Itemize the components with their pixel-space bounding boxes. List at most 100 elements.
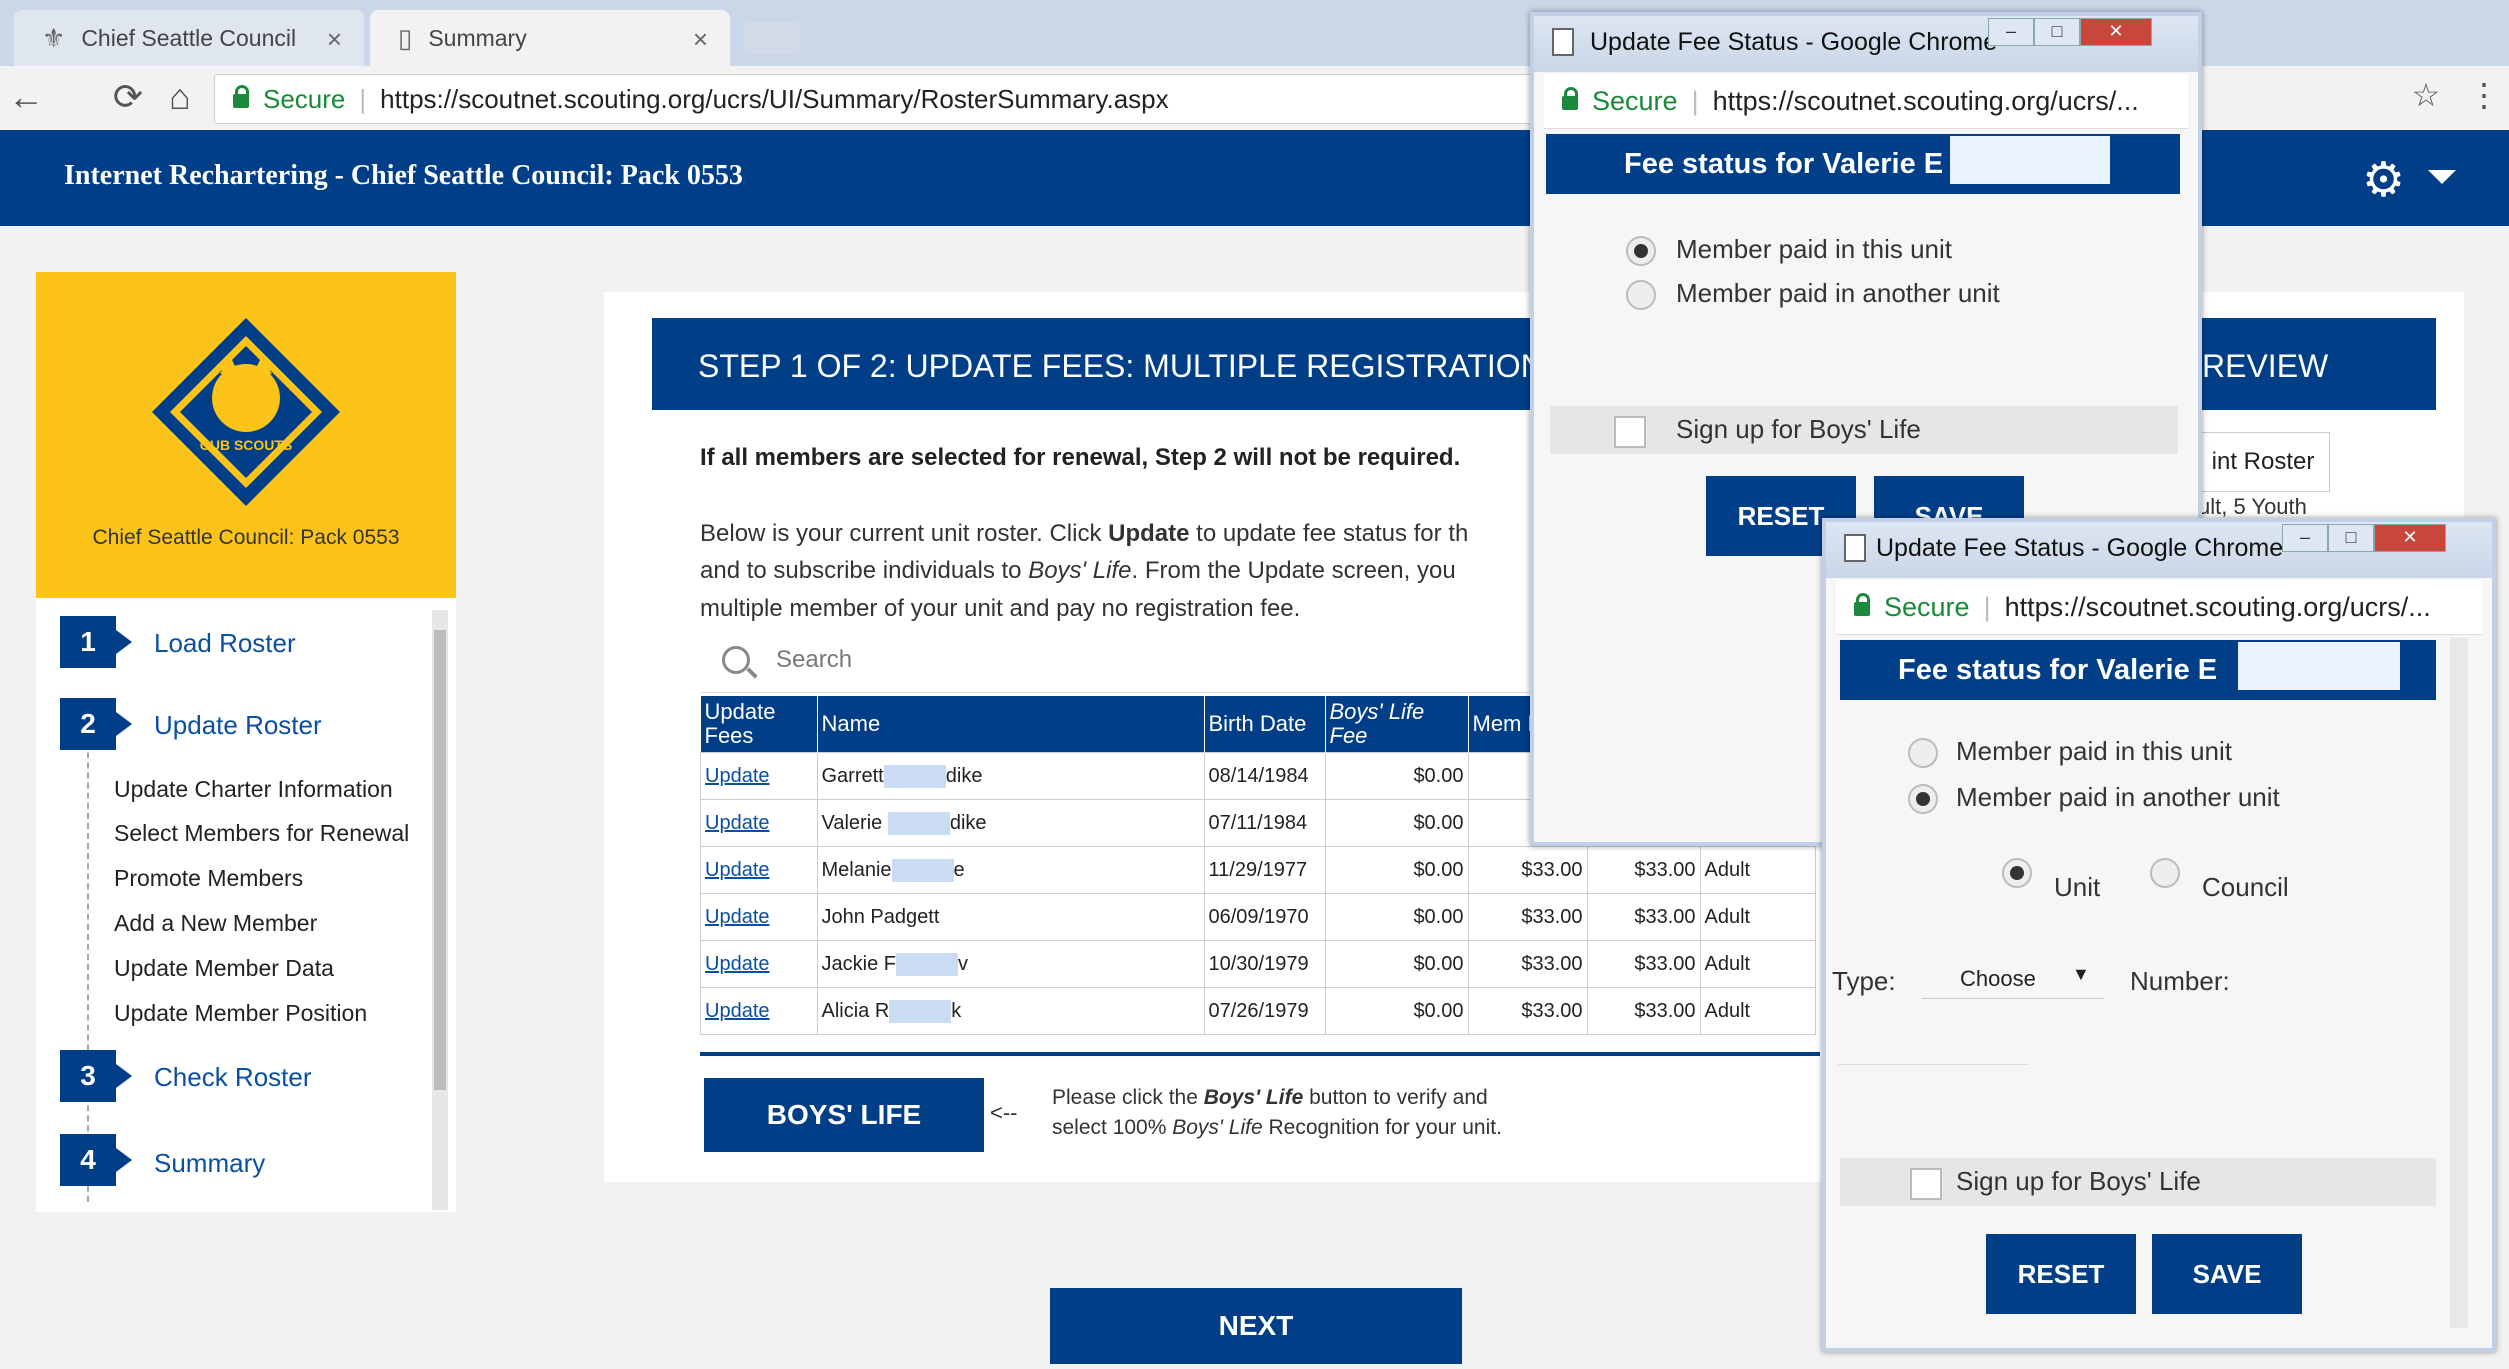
boys-life-button[interactable]: BOYS' LIFE [704,1078,984,1152]
header-birth-date[interactable]: Birth Date [1204,696,1326,753]
search-input[interactable]: Search [700,632,1580,693]
radio-member-paid-this-unit[interactable] [1908,738,1938,768]
fee-status-popup-2: Update Fee Status - Google Chrome – □ ✕ … [1822,518,2496,1352]
boys-life-checkbox[interactable] [1614,416,1646,448]
arrow-text: <-- [990,1100,1018,1125]
type-select[interactable]: Choose ▼ [1922,956,2104,999]
member-name: Valerie dike [816,799,1205,847]
boys-life-fee: $0.00 [1324,893,1469,941]
tab-chief-seattle-council[interactable]: ⚜ Chief Seattle Council × [14,10,364,66]
birth-date: 07/11/1984 [1203,799,1326,847]
step-title: STEP 1 OF 2: UPDATE FEES: MULTIPLE REGIS… [698,348,1544,384]
close-icon[interactable]: ✕ [2374,524,2446,552]
popup-heading: Fee status for Valerie E [1624,148,1944,180]
popup-heading-bar: Fee status for Valerie E [1546,134,2180,194]
member-fee: $33.00 [1467,893,1588,941]
url-text: https://scoutnet.scouting.org/ucrs/UI/Su… [380,83,1169,114]
boys-life-note-line-2: select 100% Boys' Life Recognition for y… [1052,1116,1502,1139]
step-4-badge: 4 [60,1134,132,1186]
header-boys-life-fee[interactable]: Boys' Life Fee [1325,696,1469,753]
chevron-down-icon: ▼ [2072,964,2090,984]
browser-menu-icon[interactable]: ⋮ [2462,76,2506,114]
url-text: https://scoutnet.scouting.org/ucrs/... [2004,591,2431,622]
radio-council[interactable] [2150,858,2180,888]
reload-icon[interactable]: ⟳ [106,76,150,118]
update-link[interactable]: Update [700,940,818,988]
sidebar-subitem-update-member-position[interactable]: Update Member Position [114,1000,367,1027]
tab-label: Summary [428,24,527,51]
sidebar-item-load-roster[interactable]: Load Roster [154,628,296,659]
birth-date: 10/30/1979 [1203,940,1326,988]
instructions-line-1: Below is your current unit roster. Click… [700,520,1469,547]
popup-url-field[interactable]: Secure | https://scoutnet.scouting.org/u… [1544,74,2188,129]
step-2-badge: 2 [60,698,132,750]
close-tab-icon[interactable]: × [693,24,708,55]
radio-unit[interactable] [2002,858,2032,888]
back-icon[interactable]: ← [4,76,48,118]
document-icon: ▯ [398,22,413,53]
header-name[interactable]: Name [817,696,1205,753]
print-roster-button[interactable]: int Roster [2196,432,2330,492]
member-type: Adult [1699,846,1816,894]
member-fee: $33.00 [1467,846,1588,894]
close-icon[interactable]: ✕ [2080,18,2152,46]
popup-url-field[interactable]: Secure | https://scoutnet.scouting.org/u… [1836,580,2482,635]
popup-heading-bar: Fee status for Valerie E [1840,640,2436,700]
sidebar-subitem-update-member-data[interactable]: Update Member Data [114,955,334,982]
sidebar-item-check-roster[interactable]: Check Roster [154,1062,312,1093]
home-icon[interactable]: ⌂ [158,76,202,118]
sidebar-subitem-update-charter[interactable]: Update Charter Information [114,776,393,803]
sidebar-item-summary[interactable]: Summary [154,1148,265,1179]
reset-button[interactable]: RESET [1986,1234,2136,1314]
step-3-badge: 3 [60,1050,132,1102]
bookmark-star-icon[interactable]: ☆ [2404,76,2448,114]
popup-scrollbar[interactable] [2450,638,2468,1328]
sidebar-subitem-add-member[interactable]: Add a New Member [114,910,317,937]
header-update-fees[interactable]: Update Fees [700,696,818,753]
boys-life-signup-label: Sign up for Boys' Life [1956,1166,2201,1196]
minimize-icon[interactable]: – [1988,18,2034,46]
redacted-name-block [2238,642,2400,690]
sidebar-scrollbar-thumb[interactable] [434,630,446,1090]
update-link[interactable]: Update [700,799,818,847]
table-row: Update Melanie e 11/29/1977 $0.00 $33.00… [700,846,1816,894]
boys-life-checkbox[interactable] [1910,1168,1942,1200]
table-row: Update Alicia R k 07/26/1979 $0.00 $33.0… [700,987,1816,1035]
update-link[interactable]: Update [700,893,818,941]
number-input[interactable] [1838,1022,2028,1065]
radio-member-paid-another-unit[interactable] [1908,784,1938,814]
document-icon [1844,534,1866,562]
gear-icon[interactable]: ⚙ [2362,152,2405,208]
maximize-icon[interactable]: □ [2328,524,2374,552]
instructions-line-3: multiple member of your unit and pay no … [700,595,1301,622]
radio-label-council: Council [2202,872,2289,902]
radio-member-paid-another-unit[interactable] [1626,280,1656,310]
sidebar-subitem-promote-members[interactable]: Promote Members [114,865,303,892]
table-bottom-rule [700,1052,1820,1056]
update-link[interactable]: Update [700,846,818,894]
renewal-notice: If all members are selected for renewal,… [700,444,1461,471]
step-title-end: REVIEW [2202,348,2329,384]
radio-member-paid-this-unit[interactable] [1626,236,1656,266]
sidebar-subitem-select-members[interactable]: Select Members for Renewal [114,820,409,847]
maximize-icon[interactable]: □ [2034,18,2080,46]
popup-window-title: Update Fee Status - Google Chrome [1590,28,1998,56]
close-tab-icon[interactable]: × [327,24,342,55]
update-link[interactable]: Update [700,987,818,1035]
save-button[interactable]: SAVE [2152,1234,2302,1314]
sidebar-item-update-roster[interactable]: Update Roster [154,710,322,741]
birth-date: 08/14/1984 [1203,752,1326,800]
update-link[interactable]: Update [700,752,818,800]
tab-summary[interactable]: ▯ Summary × [370,10,730,66]
page-title: Internet Rechartering - Chief Seattle Co… [64,160,743,191]
minimize-icon[interactable]: – [2282,524,2328,552]
member-type: Adult [1699,987,1816,1035]
instructions-line-2: and to subscribe individuals to Boys' Li… [700,557,1456,584]
next-button[interactable]: NEXT [1050,1288,1462,1364]
popup-titlebar: Update Fee Status - Google Chrome – □ ✕ [1534,16,2198,72]
chevron-down-icon[interactable] [2428,170,2456,184]
redacted-name-block [1950,136,2110,184]
secure-label: Secure [1592,85,1678,116]
new-tab-button[interactable] [744,22,800,54]
secure-label: Secure [263,83,346,114]
